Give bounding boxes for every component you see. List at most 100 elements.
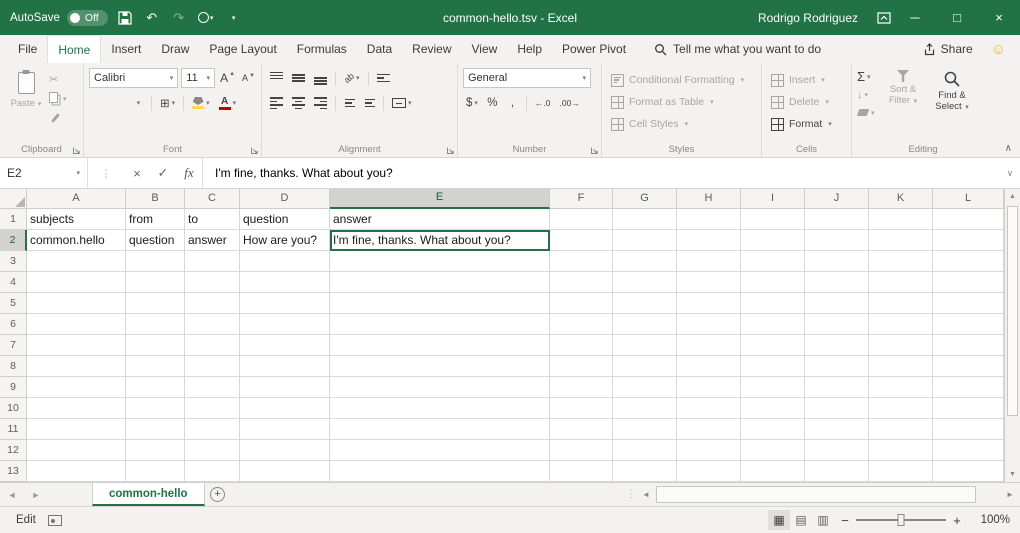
cell-F9[interactable] xyxy=(550,377,613,398)
vertical-scrollbar[interactable]: ▲ ▼ xyxy=(1004,189,1020,482)
cell-F4[interactable] xyxy=(550,272,613,293)
cell-D4[interactable] xyxy=(240,272,330,293)
insert-function-button[interactable]: fx xyxy=(176,158,202,188)
row-header-10[interactable]: 10 xyxy=(0,398,27,419)
select-all-button[interactable] xyxy=(0,189,27,209)
formula-bar-resize-handle[interactable]: ⋮ xyxy=(88,158,124,188)
cell-C6[interactable] xyxy=(185,314,240,335)
merge-center-button[interactable]: ▾ xyxy=(389,93,415,113)
tab-review[interactable]: Review xyxy=(402,35,461,63)
cell-A2[interactable]: common.hello xyxy=(27,230,126,251)
cell-D10[interactable] xyxy=(240,398,330,419)
cell-styles-button[interactable]: Cell Styles▾ xyxy=(611,114,757,134)
clear-button[interactable]: ▾ xyxy=(857,105,875,120)
column-header-H[interactable]: H xyxy=(677,189,741,209)
cell-F2[interactable] xyxy=(550,230,613,251)
tab-formulas[interactable]: Formulas xyxy=(287,35,357,63)
cell-G7[interactable] xyxy=(613,335,677,356)
cell-I4[interactable] xyxy=(741,272,805,293)
row-header-4[interactable]: 4 xyxy=(0,272,27,293)
cell-J1[interactable] xyxy=(805,209,869,230)
cut-button[interactable]: ✂ xyxy=(49,72,67,87)
formula-input[interactable]: I'm fine, thanks. What about you? xyxy=(202,158,1000,188)
cell-L1[interactable] xyxy=(933,209,1004,230)
tell-me-box[interactable]: Tell me what you want to do xyxy=(654,35,821,63)
cell-I12[interactable] xyxy=(741,440,805,461)
cell-D8[interactable] xyxy=(240,356,330,377)
cell-B12[interactable] xyxy=(126,440,185,461)
cell-G8[interactable] xyxy=(613,356,677,377)
cell-E5[interactable] xyxy=(330,293,550,314)
cell-C12[interactable] xyxy=(185,440,240,461)
cell-J9[interactable] xyxy=(805,377,869,398)
view-page-break-button[interactable]: ▥ xyxy=(812,510,834,530)
cell-L3[interactable] xyxy=(933,251,1004,272)
increase-decimal-button[interactable]: ←.0 xyxy=(532,93,554,113)
row-header-2[interactable]: 2 xyxy=(0,230,27,251)
sheet-nav-left-button[interactable]: ◄ xyxy=(0,483,24,506)
zoom-out-button[interactable]: − xyxy=(836,513,854,528)
cell-H13[interactable] xyxy=(677,461,741,482)
cell-A1[interactable]: subjects xyxy=(27,209,126,230)
scroll-up-icon[interactable]: ▲ xyxy=(1005,189,1020,204)
vertical-scrollbar-thumb[interactable] xyxy=(1007,206,1018,416)
ribbon-display-options-button[interactable] xyxy=(874,6,894,30)
cell-D12[interactable] xyxy=(240,440,330,461)
row-header-5[interactable]: 5 xyxy=(0,293,27,314)
row-header-6[interactable]: 6 xyxy=(0,314,27,335)
bold-button[interactable] xyxy=(89,93,106,113)
cell-A10[interactable] xyxy=(27,398,126,419)
view-normal-button[interactable]: ▦ xyxy=(768,510,790,530)
cell-L6[interactable] xyxy=(933,314,1004,335)
row-header-13[interactable]: 13 xyxy=(0,461,27,482)
horizontal-scrollbar[interactable]: ◄ ► xyxy=(638,483,1018,506)
row-header-9[interactable]: 9 xyxy=(0,377,27,398)
autosum-button[interactable]: Σ▾ xyxy=(857,69,875,84)
scroll-down-icon[interactable]: ▼ xyxy=(1005,467,1020,482)
cell-C5[interactable] xyxy=(185,293,240,314)
format-painter-button[interactable] xyxy=(49,110,67,125)
paste-button[interactable]: Paste▾ xyxy=(5,67,47,125)
cell-F13[interactable] xyxy=(550,461,613,482)
accounting-format-button[interactable]: $▾ xyxy=(463,93,481,113)
cell-H6[interactable] xyxy=(677,314,741,335)
borders-button[interactable]: ⊞▾ xyxy=(157,93,178,113)
cell-H8[interactable] xyxy=(677,356,741,377)
alignment-dialog-launcher[interactable] xyxy=(446,146,455,155)
cell-E10[interactable] xyxy=(330,398,550,419)
conditional-formatting-button[interactable]: Conditional Formatting▾ xyxy=(611,70,757,90)
new-sheet-button[interactable]: + xyxy=(205,483,231,506)
find-select-button[interactable]: Find & Select ▾ xyxy=(929,67,976,120)
cell-L13[interactable] xyxy=(933,461,1004,482)
minimize-button[interactable]: ─ xyxy=(894,0,936,35)
italic-button[interactable] xyxy=(109,93,126,113)
cell-D11[interactable] xyxy=(240,419,330,440)
autosave-toggle[interactable]: Off xyxy=(67,10,108,26)
cell-I1[interactable] xyxy=(741,209,805,230)
cell-D3[interactable] xyxy=(240,251,330,272)
cell-K12[interactable] xyxy=(869,440,933,461)
increase-indent-button[interactable] xyxy=(361,93,378,113)
expand-formula-bar-button[interactable]: ∨ xyxy=(1000,158,1020,188)
cell-J12[interactable] xyxy=(805,440,869,461)
cell-H9[interactable] xyxy=(677,377,741,398)
cell-I11[interactable] xyxy=(741,419,805,440)
copy-button[interactable]: ▾ xyxy=(49,91,67,106)
cell-A6[interactable] xyxy=(27,314,126,335)
cell-D2[interactable]: How are you? xyxy=(240,230,330,251)
cell-E8[interactable] xyxy=(330,356,550,377)
format-as-table-button[interactable]: Format as Table▾ xyxy=(611,92,757,112)
clipboard-dialog-launcher[interactable] xyxy=(72,146,81,155)
cell-H12[interactable] xyxy=(677,440,741,461)
tab-draw[interactable]: Draw xyxy=(151,35,199,63)
cell-B7[interactable] xyxy=(126,335,185,356)
font-size-select[interactable]: 11▾ xyxy=(181,68,215,88)
zoom-in-button[interactable]: + xyxy=(948,513,966,528)
scroll-right-icon[interactable]: ► xyxy=(1002,490,1018,499)
percent-style-button[interactable]: % xyxy=(484,93,501,113)
cell-G12[interactable] xyxy=(613,440,677,461)
cell-H10[interactable] xyxy=(677,398,741,419)
cell-I10[interactable] xyxy=(741,398,805,419)
cell-C3[interactable] xyxy=(185,251,240,272)
cell-K11[interactable] xyxy=(869,419,933,440)
